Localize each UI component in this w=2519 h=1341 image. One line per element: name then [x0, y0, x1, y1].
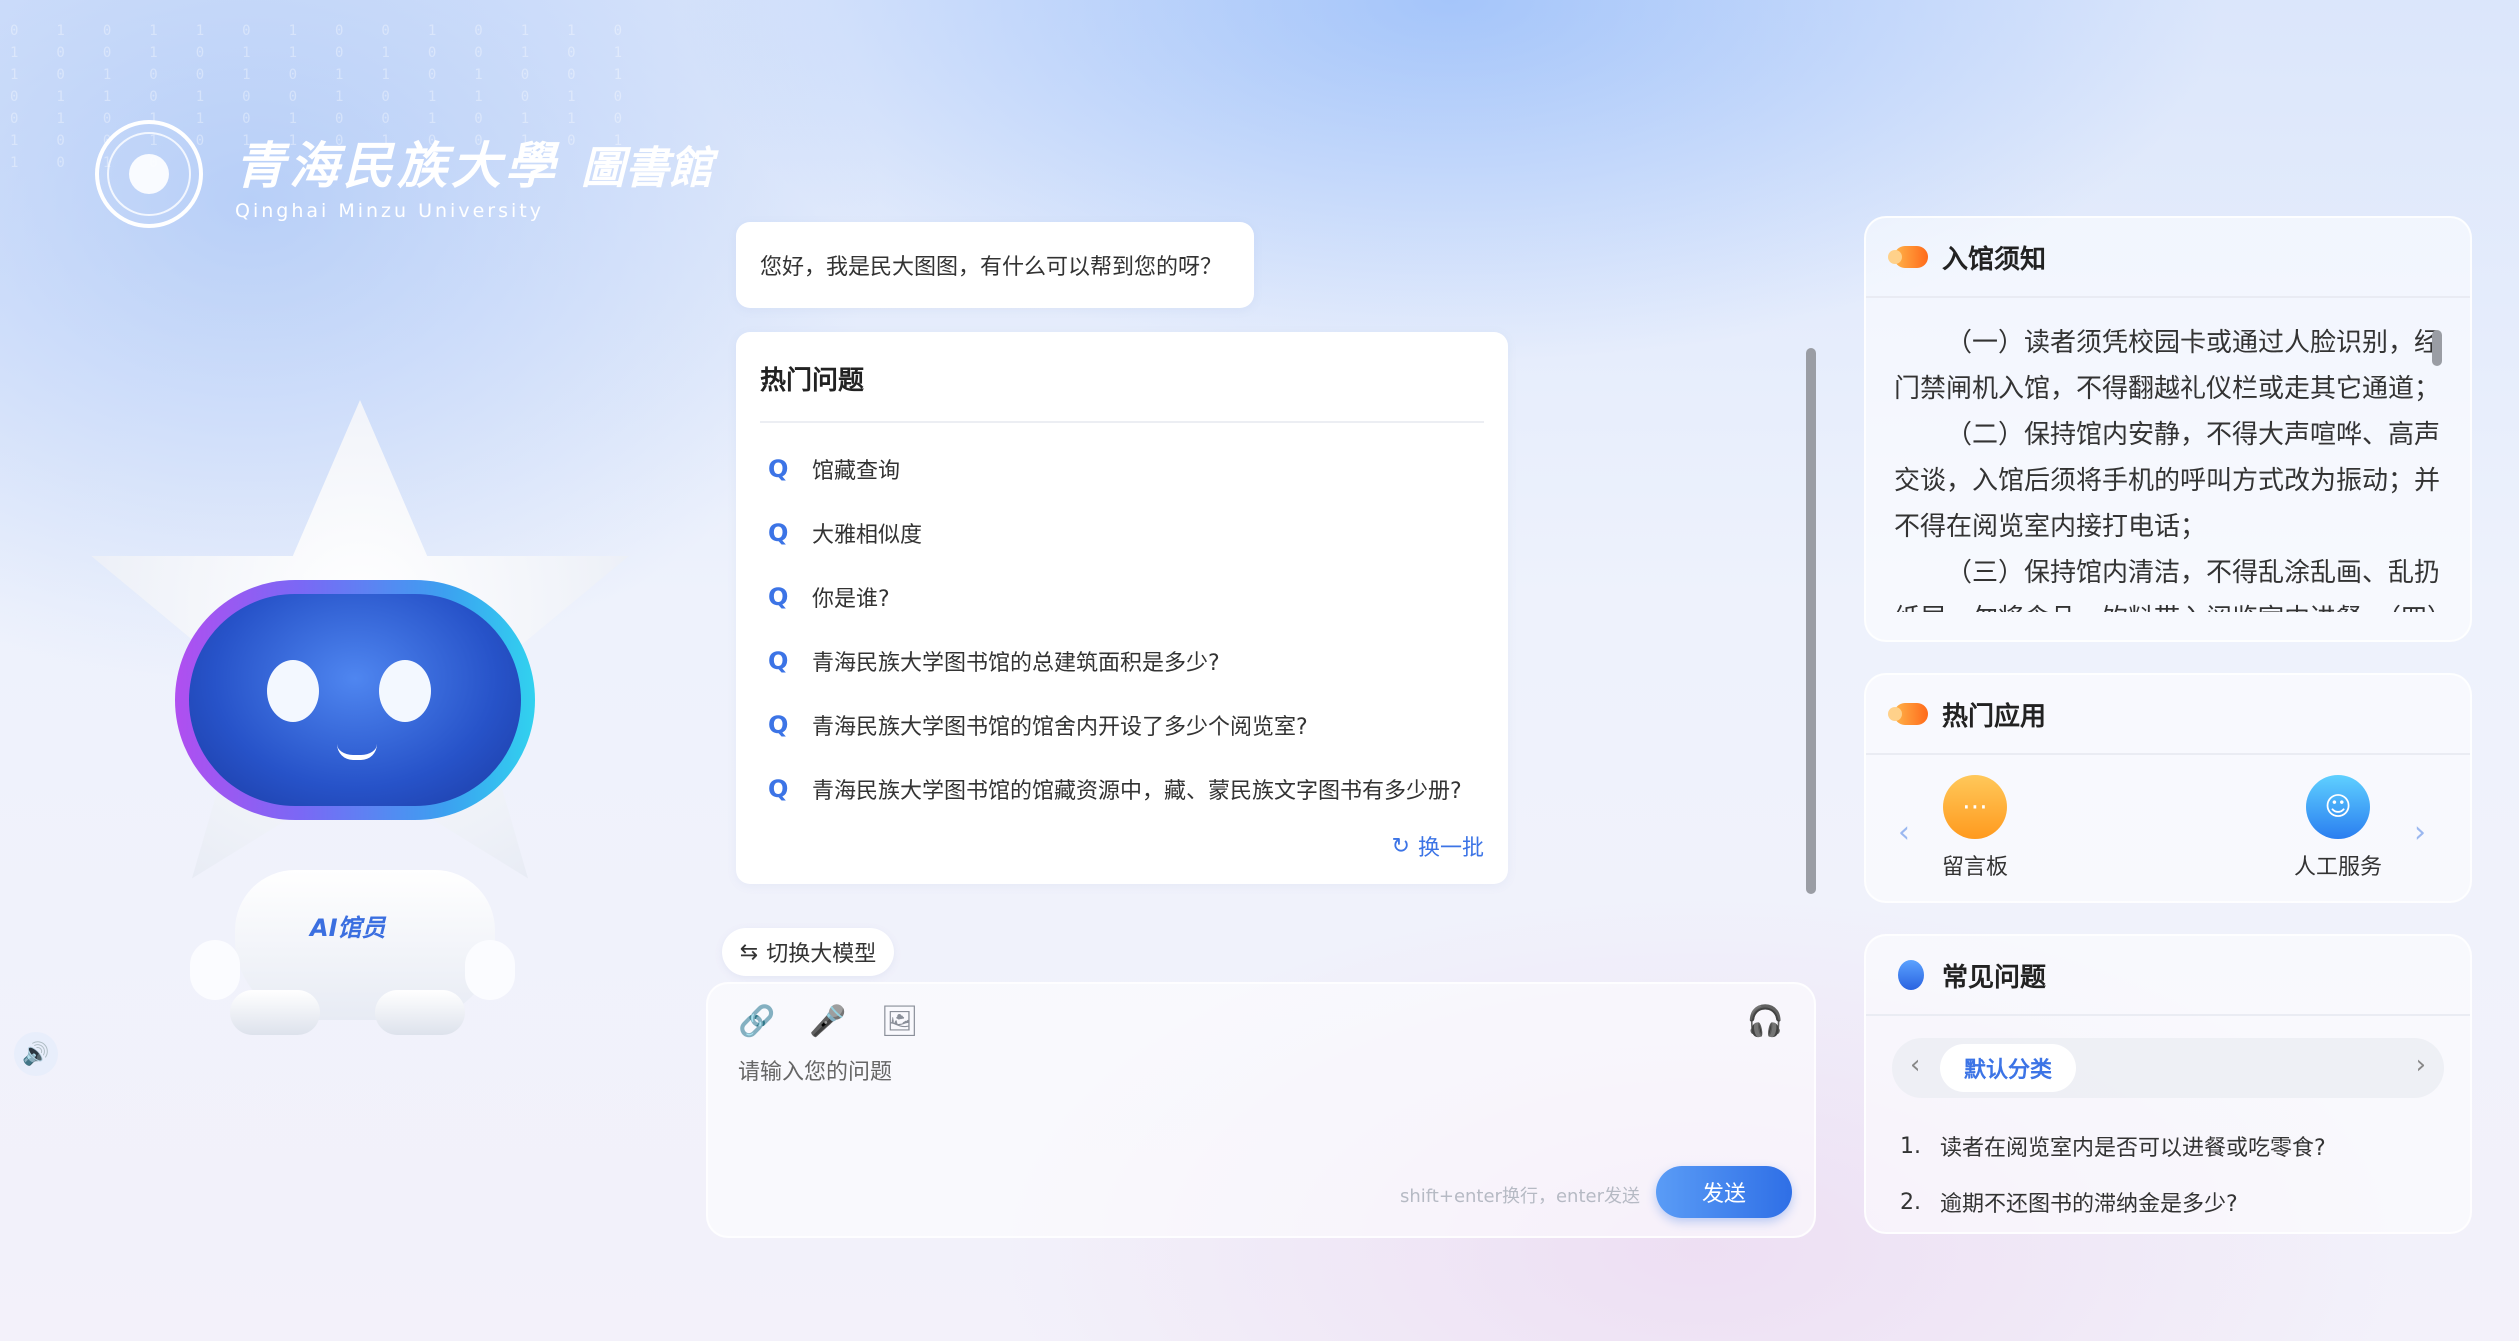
mascot-visor [175, 580, 535, 820]
switch-icon: ⇆ [739, 939, 759, 965]
microphone-icon[interactable]: 🎤 [809, 1004, 846, 1039]
link-icon[interactable]: 🔗 [738, 1004, 775, 1039]
question-mark-icon: Q [768, 711, 789, 739]
apps-next-arrow-icon[interactable]: › [2414, 815, 2426, 850]
faq-item[interactable]: 2. 逾期不还图书的滞纳金是多少? [1900, 1174, 2436, 1230]
school-name-en: Qinghai Minzu University [235, 200, 544, 222]
chat-input-box: 🔗 🎤 🖼 🎧 shift+enter换行，enter发送 发送 [706, 982, 1816, 1238]
hot-question-item[interactable]: Q 你是谁? [760, 565, 1484, 629]
notice-scrollbar[interactable] [2432, 330, 2442, 366]
category-tab-default[interactable]: 默认分类 [1940, 1044, 2077, 1092]
faq-icon [1898, 960, 1924, 990]
hot-question-item[interactable]: Q 馆藏查询 [760, 437, 1484, 501]
faq-panel: 常见问题 ‹ 默认分类 › 1. 读者在阅览室内是否可以进餐或吃零食? 2. 逾期不… [1864, 934, 2472, 1234]
app-customer-service[interactable]: ☺ 人工服务 [2294, 775, 2382, 881]
hot-question-item[interactable]: Q 青海民族大学图书馆的总建筑面积是多少? [760, 629, 1484, 693]
mascot-right-foot [375, 990, 465, 1035]
category-next-arrow-icon[interactable]: › [2416, 1050, 2426, 1080]
notice-content: （一）读者须凭校园卡或通过人脸识别，经门禁闸机入馆，不得翻越礼仪栏或走其它通道；… [1866, 298, 2470, 612]
school-name-cn: 青海民族大學 [235, 136, 559, 195]
switch-model-button[interactable]: ⇆ 切换大模型 [722, 928, 894, 976]
apps-prev-arrow-icon[interactable]: ‹ [1898, 815, 1910, 850]
switch-model-label: 切换大模型 [766, 942, 877, 967]
apps-icon [1888, 703, 1928, 725]
mascot-badge: AI馆员 [310, 914, 386, 942]
notice-paragraph: （一）读者须凭校园卡或通过人脸识别，经门禁闸机入馆，不得翻越礼仪栏或走其它通道； [1894, 328, 2441, 404]
library-name-cn: 圖書館 [581, 143, 713, 194]
question-mark-icon: Q [768, 583, 789, 611]
mascot-mouth [337, 744, 377, 760]
notice-title: 入馆须知 [1942, 244, 2047, 275]
category-prev-arrow-icon[interactable]: ‹ [1910, 1050, 1920, 1080]
hot-question-item[interactable]: Q 大雅相似度 [760, 501, 1484, 565]
faq-category-bar: ‹ 默认分类 › [1892, 1038, 2444, 1098]
apps-title: 热门应用 [1942, 701, 2047, 732]
faq-title: 常见问题 [1942, 962, 2047, 993]
notice-paragraph: （二）保持馆内安静，不得大声喧哗、高声交谈，入馆后须将手机的呼叫方式改为振动；并… [1894, 420, 2441, 542]
customer-service-icon: ☺ [2306, 775, 2370, 839]
refresh-label: 换一批 [1417, 836, 1484, 861]
refresh-questions-button[interactable]: ↻ 换一批 [1392, 830, 1484, 862]
input-hint: shift+enter换行，enter发送 [1400, 1186, 1640, 1207]
greeting-message: 您好，我是民大图图，有什么可以帮到您的呀？ [736, 222, 1254, 308]
question-input[interactable] [738, 1054, 1778, 1154]
hot-question-item[interactable]: Q 青海民族大学图书馆的馆藏资源中，藏、蒙民族文字图书有多少册? [760, 757, 1484, 821]
notice-paragraph: （三）保持馆内清洁，不得乱涂乱画、乱扔纸屑，勿将食品、饮料带入阅览室内进餐。（四… [1894, 558, 2453, 612]
hot-questions-title: 热门问题 [760, 352, 1484, 423]
mascot-right-eye [379, 660, 431, 722]
hot-apps-panel: 热门应用 ‹ ⋯ 留言板 ☺ 人工服务 › [1864, 673, 2472, 903]
headset-icon[interactable]: 🎧 [1747, 1004, 1784, 1039]
faq-item[interactable]: 1. 读者在阅览室内是否可以进餐或吃零食? [1900, 1118, 2436, 1174]
refresh-icon: ↻ [1391, 833, 1410, 859]
image-upload-icon[interactable]: 🖼 [881, 1004, 919, 1039]
question-mark-icon: Q [768, 455, 789, 483]
chat-scrollbar[interactable] [1806, 348, 1816, 894]
send-button[interactable]: 发送 [1656, 1166, 1792, 1218]
mascot-left-foot [230, 990, 320, 1035]
university-seal-icon [95, 120, 203, 228]
hot-questions-card: 热门问题 Q 馆藏查询 Q 大雅相似度 Q 你是谁? Q 青海民族大学图书馆的总建筑面积… [736, 332, 1508, 884]
app-message-board[interactable]: ⋯ 留言板 [1942, 775, 2008, 881]
mascot-left-arm [190, 940, 240, 1000]
app-label: 人工服务 [2294, 855, 2383, 880]
volume-icon[interactable]: 🔊 [14, 1032, 58, 1076]
hot-questions-list: Q 馆藏查询 Q 大雅相似度 Q 你是谁? Q 青海民族大学图书馆的总建筑面积是多少? … [760, 437, 1484, 821]
notice-icon [1888, 246, 1928, 268]
university-logo: 青海民族大學 圖書館 Qinghai Minzu University [95, 120, 713, 228]
question-mark-icon: Q [768, 519, 789, 547]
question-mark-icon: Q [768, 647, 789, 675]
message-board-icon: ⋯ [1943, 775, 2007, 839]
hot-question-item[interactable]: Q 青海民族大学图书馆的馆舍内开设了多少个阅览室? [760, 693, 1484, 757]
mascot-right-arm [465, 940, 515, 1000]
faq-list: 1. 读者在阅览室内是否可以进餐或吃零食? 2. 逾期不还图书的滞纳金是多少? [1866, 1098, 2470, 1230]
ai-librarian-mascot: AI馆员 [60, 400, 660, 1040]
library-notice-panel: 入馆须知 （一）读者须凭校园卡或通过人脸识别，经门禁闸机入馆，不得翻越礼仪栏或走… [1864, 216, 2472, 642]
mascot-left-eye [267, 660, 319, 722]
app-label: 留言板 [1942, 855, 2009, 880]
question-mark-icon: Q [768, 775, 789, 803]
